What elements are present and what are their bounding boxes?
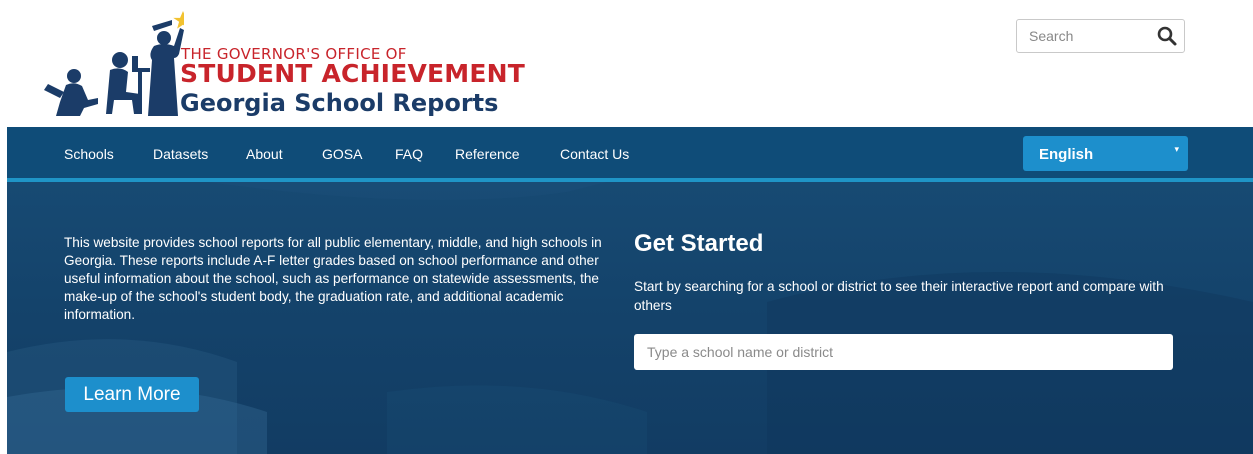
gosa-logo[interactable]: THE GOVERNOR'S OFFICE OF STUDENT ACHIEVE… <box>44 10 525 122</box>
magnifier-icon[interactable] <box>1156 25 1178 47</box>
logo-agency-text: STUDENT ACHIEVEMENT <box>180 59 526 88</box>
language-selected-label: English <box>1039 146 1094 163</box>
site-header: THE GOVERNOR'S OFFICE OF STUDENT ACHIEVE… <box>0 0 1253 127</box>
logo-site-title: Georgia School Reports <box>180 89 499 117</box>
header-search <box>1016 19 1185 53</box>
nav-item-contact-us[interactable]: Contact Us <box>560 146 629 162</box>
nav-item-schools[interactable]: Schools <box>64 146 114 162</box>
star-icon <box>173 11 184 29</box>
nav-item-faq[interactable]: FAQ <box>395 146 423 162</box>
school-search-input[interactable] <box>634 334 1173 370</box>
nav-item-about[interactable]: About <box>246 146 283 162</box>
intro-text: This website provides school reports for… <box>64 235 602 322</box>
main-nav: Schools Datasets About GOSA FAQ Referenc… <box>7 127 1253 178</box>
learn-more-button[interactable]: Learn More <box>65 377 199 412</box>
hero-section: This website provides school reports for… <box>7 182 1253 454</box>
students-silhouette-icon <box>44 11 184 116</box>
get-started-description: Start by searching for a school or distr… <box>634 279 1164 313</box>
caret-down-icon: ▾ <box>1174 144 1179 154</box>
nav-item-reference[interactable]: Reference <box>455 146 520 162</box>
get-started-title: Get Started <box>634 230 764 257</box>
language-select[interactable]: English ▾ <box>1023 136 1188 171</box>
nav-item-gosa[interactable]: GOSA <box>322 146 362 162</box>
nav-item-datasets[interactable]: Datasets <box>153 146 208 162</box>
header-search-input[interactable] <box>1017 20 1149 52</box>
